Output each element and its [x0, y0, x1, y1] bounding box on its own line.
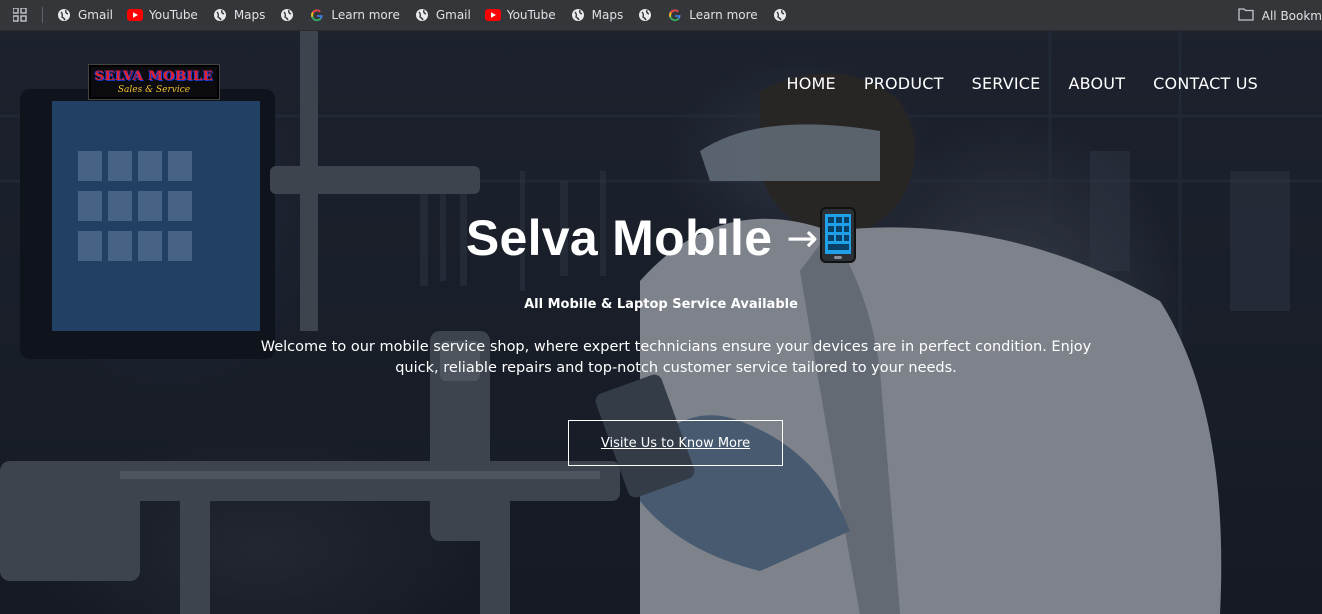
all-bookmarks-label: All Bookm	[1261, 8, 1322, 23]
bookmark-label: Gmail	[78, 8, 114, 22]
bookmarks-divider	[42, 7, 43, 23]
globe-icon	[279, 7, 295, 23]
nav-contact-us[interactable]: CONTACT US	[1153, 74, 1258, 93]
nav-service[interactable]: SERVICE	[972, 74, 1041, 93]
google-icon	[309, 7, 325, 23]
bookmark-maps[interactable]: Maps	[206, 3, 274, 27]
bookmark-maps[interactable]: Maps	[564, 3, 632, 27]
mobile-phone-icon	[820, 207, 857, 268]
bookmark-unnamed[interactable]	[766, 3, 796, 27]
bookmark-learn-more[interactable]: Learn more	[661, 3, 765, 27]
site-logo[interactable]: SELVA MOBILE Sales & Service	[89, 65, 219, 99]
bookmark-unnamed[interactable]	[631, 3, 661, 27]
logo-subtitle: Sales & Service	[117, 85, 191, 95]
globe-icon	[414, 7, 430, 23]
globe-icon	[637, 7, 653, 23]
globe-icon	[56, 7, 72, 23]
bookmark-label: Learn more	[331, 8, 400, 22]
arrow-right-icon: →	[786, 215, 819, 260]
nav-product[interactable]: PRODUCT	[864, 74, 944, 93]
bookmarks-list: Gmail YouTube Maps Learn more Gmail YouTube Ma…	[50, 3, 796, 27]
bookmark-learn-more[interactable]: Learn more	[303, 3, 407, 27]
bookmarks-bar: Gmail YouTube Maps Learn more Gmail YouTube Ma…	[0, 0, 1322, 31]
hero-intro-text: Welcome to our mobile service shop, wher…	[260, 339, 1092, 376]
globe-icon	[772, 7, 788, 23]
hero-tagline: All Mobile & Laptop Service Available	[524, 297, 798, 312]
main-nav: HOME PRODUCT SERVICE ABOUT CONTACT US	[759, 74, 1259, 93]
bookmark-youtube[interactable]: YouTube	[121, 3, 206, 27]
visit-us-button[interactable]: Visite Us to Know More	[568, 420, 783, 466]
bookmark-gmail[interactable]: Gmail	[50, 3, 121, 27]
youtube-icon	[484, 7, 501, 23]
bookmark-label: Gmail	[435, 8, 471, 22]
all-bookmarks-button[interactable]: All Bookm	[1228, 0, 1322, 31]
google-icon	[667, 7, 683, 23]
folder-icon	[1238, 7, 1254, 24]
bookmark-label: Learn more	[689, 8, 758, 22]
bookmark-youtube[interactable]: YouTube	[479, 3, 564, 27]
hero-title: Selva Mobile	[465, 209, 773, 266]
globe-icon	[570, 7, 586, 23]
bookmark-label: YouTube	[506, 8, 556, 22]
bookmark-label: Maps	[233, 8, 266, 22]
apps-grid-icon[interactable]	[0, 0, 40, 31]
bookmark-label: YouTube	[149, 8, 198, 22]
bookmark-label: Maps	[591, 8, 624, 22]
nav-about[interactable]: ABOUT	[1068, 74, 1125, 93]
globe-icon	[212, 7, 228, 23]
hero-section: SELVA MOBILE Sales & Service HOME PRODUC…	[0, 31, 1322, 614]
bookmark-gmail[interactable]: Gmail	[408, 3, 479, 27]
hero-dark-overlay	[0, 31, 1322, 614]
hero-headline: Selva Mobile →	[0, 207, 1322, 268]
nav-home[interactable]: HOME	[787, 74, 836, 93]
youtube-icon	[127, 7, 144, 23]
bookmark-unnamed[interactable]	[273, 3, 303, 27]
logo-title: SELVA MOBILE	[94, 69, 214, 84]
